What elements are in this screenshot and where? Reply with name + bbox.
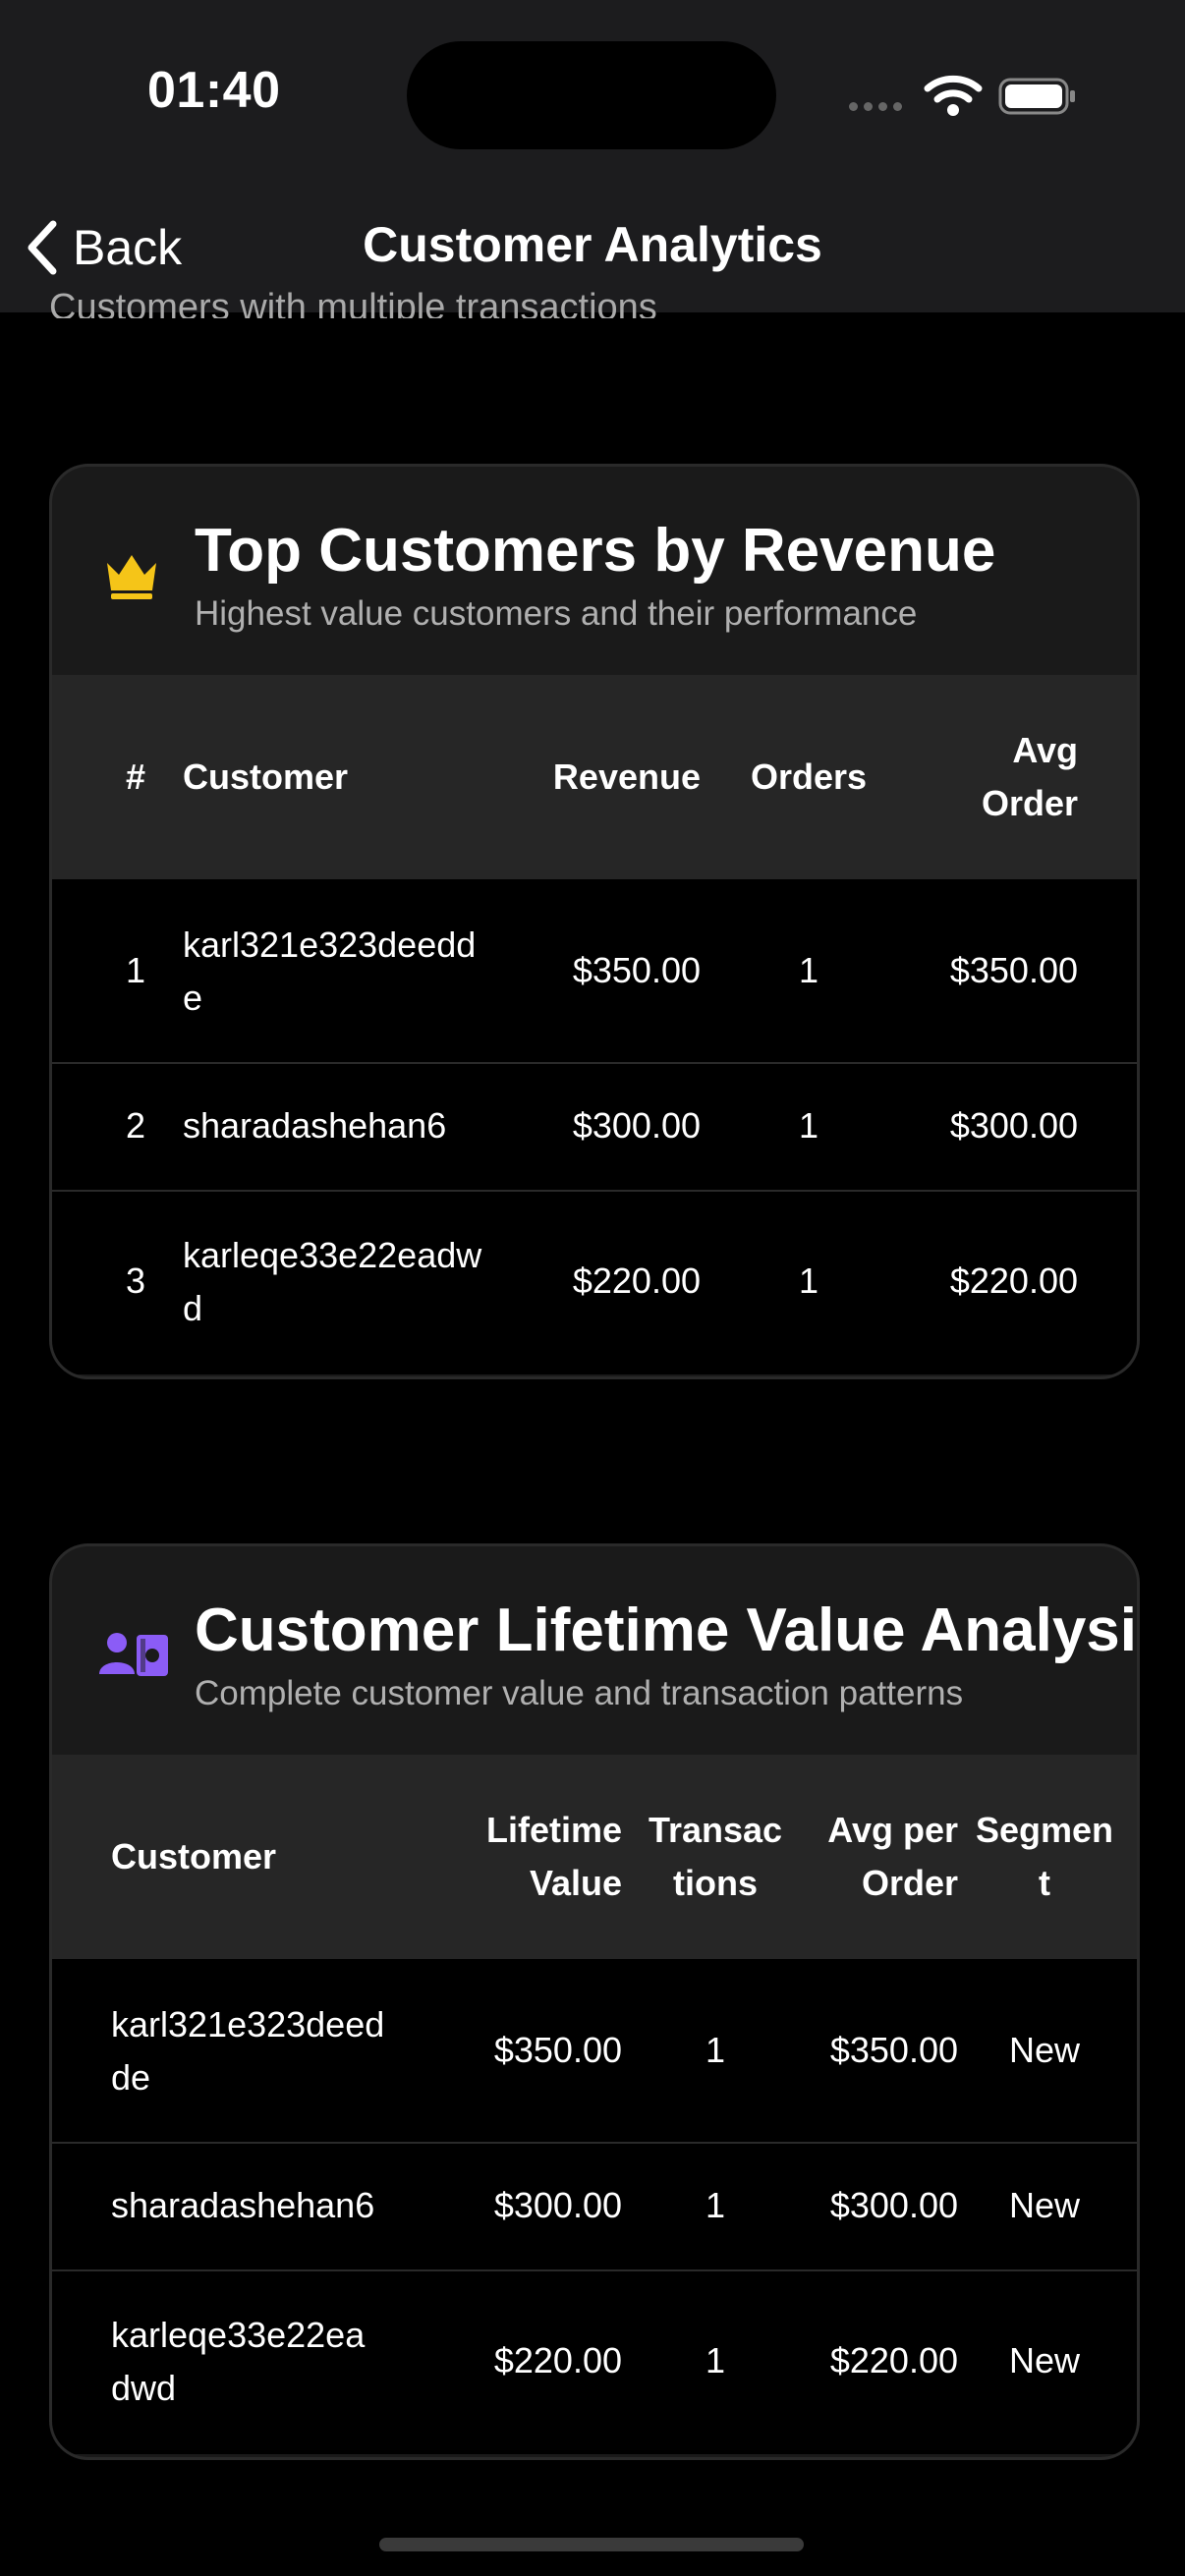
revenue-cell: $350.00 xyxy=(572,950,701,990)
revenue-cell: $220.00 xyxy=(572,1260,701,1301)
home-indicator[interactable] xyxy=(379,2538,804,2551)
lifetime-value-card: Customer Lifetime Value Analysis Complet… xyxy=(49,1543,1140,2460)
lifetime-value-cell: $300.00 xyxy=(493,2185,622,2225)
card-subtitle: Complete customer value and transaction … xyxy=(195,1674,964,1712)
customer-cell: karl321e323deedd e xyxy=(183,924,477,1018)
column-revenue: Revenue xyxy=(552,756,701,797)
column-segment: Segmen t xyxy=(975,1810,1114,1903)
table-row[interactable]: karl321e323deed de $350.00 1 $350.00 New xyxy=(52,1959,1137,2142)
transactions-cell: 1 xyxy=(705,2185,726,2225)
avg-order-cell: $350.00 xyxy=(949,950,1078,990)
column-customer: Customer xyxy=(111,1836,277,1876)
transactions-cell: 1 xyxy=(705,2340,726,2380)
segment-cell: New xyxy=(1008,2030,1081,2070)
card-header: Customer Lifetime Value Analysis Complet… xyxy=(52,1546,1137,1755)
avg-order-cell: $220.00 xyxy=(949,1260,1078,1301)
crown-icon xyxy=(107,555,156,599)
table-row[interactable]: karleqe33e22ea dwd $220.00 1 $220.00 New xyxy=(52,2269,1137,2454)
segment-cell: New xyxy=(1008,2340,1081,2380)
customer-cell: sharadashehan6 xyxy=(111,2185,375,2225)
top-customers-card: Top Customers by Revenue Highest value c… xyxy=(49,464,1140,1379)
avg-per-order-cell: $300.00 xyxy=(829,2185,958,2225)
customer-cell: karleqe33e22ea dwd xyxy=(111,2315,366,2408)
table-header: Customer Lifetime Value Transac tions Av… xyxy=(52,1755,1137,1959)
lifetime-value-cell: $220.00 xyxy=(493,2340,622,2380)
table-row[interactable]: 2 sharadashehan6 $300.00 1 $300.00 xyxy=(52,1062,1137,1190)
column-avg-per-order: Avg per Order xyxy=(827,1810,958,1903)
customer-cell: karleqe33e22eadw d xyxy=(183,1235,482,1328)
transactions-cell: 1 xyxy=(705,2030,726,2070)
card-title: Top Customers by Revenue xyxy=(195,517,996,585)
avg-per-order-cell: $220.00 xyxy=(829,2340,958,2380)
rank-cell: 1 xyxy=(125,950,146,990)
card-title: Customer Lifetime Value Analysis xyxy=(195,1596,1140,1664)
column-lifetime-value: Lifetime Value xyxy=(485,1810,622,1903)
rank-cell: 2 xyxy=(125,1105,146,1146)
rank-cell: 3 xyxy=(125,1260,146,1301)
card-subtitle: Highest value customers and their perfor… xyxy=(195,594,918,633)
page-title: Customer Analytics xyxy=(363,217,822,272)
column-transactions: Transac tions xyxy=(648,1810,783,1903)
table-row[interactable]: 3 karleqe33e22eadw d $220.00 1 $220.00 xyxy=(52,1190,1137,1374)
customer-card-icon xyxy=(99,1633,168,1676)
table-row[interactable]: sharadashehan6 $300.00 1 $300.00 New xyxy=(52,2142,1137,2269)
table-row[interactable]: 1 karl321e323deedd e $350.00 1 $350.00 xyxy=(52,879,1137,1062)
avg-per-order-cell: $350.00 xyxy=(829,2030,958,2070)
dynamic-island xyxy=(407,41,776,149)
column-rank: # xyxy=(125,756,146,797)
revenue-cell: $300.00 xyxy=(572,1105,701,1146)
column-orders: Orders xyxy=(750,756,868,797)
lifetime-value-cell: $350.00 xyxy=(493,2030,622,2070)
battery-icon xyxy=(998,78,1075,115)
column-customer: Customer xyxy=(183,756,349,797)
orders-cell: 1 xyxy=(798,950,819,990)
segment-cell: New xyxy=(1008,2185,1081,2225)
wifi-icon xyxy=(924,75,983,116)
customer-cell: sharadashehan6 xyxy=(183,1105,447,1146)
scrolled-description: Customers with multiple transactions xyxy=(49,287,657,318)
orders-cell: 1 xyxy=(798,1105,819,1146)
status-time: 01:40 xyxy=(147,62,281,119)
table-header: # Customer Revenue Orders Avg Order xyxy=(52,675,1137,879)
customer-cell: karl321e323deed de xyxy=(111,2004,385,2098)
avg-order-cell: $300.00 xyxy=(949,1105,1078,1146)
orders-cell: 1 xyxy=(798,1260,819,1301)
card-header: Top Customers by Revenue Highest value c… xyxy=(52,467,1137,675)
column-avg-order: Avg Order xyxy=(981,730,1078,823)
cellular-signal-icon xyxy=(849,102,902,111)
